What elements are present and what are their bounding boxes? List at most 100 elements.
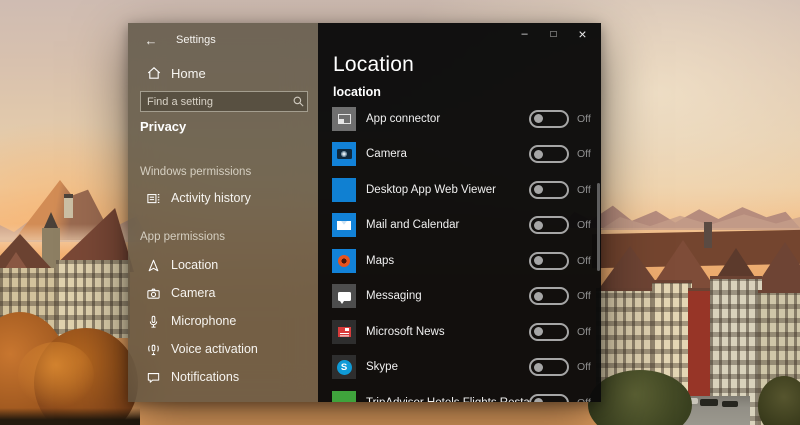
sidebar-item-label: Voice activation: [171, 342, 258, 356]
app-row-camera: Camera Off: [332, 137, 597, 173]
window-controls: – □ ×: [510, 25, 597, 43]
toggle-messaging[interactable]: [529, 287, 569, 306]
app-name: App connector: [366, 112, 441, 125]
camera-app-icon: [332, 142, 356, 167]
search-box[interactable]: [140, 91, 308, 112]
app-row-microsoft-news: Microsoft News Off: [332, 314, 597, 350]
close-button[interactable]: ×: [568, 25, 597, 43]
home-icon: [145, 65, 162, 82]
app-name: Desktop App Web Viewer: [366, 183, 496, 196]
scrollbar-thumb[interactable]: [597, 183, 600, 271]
toggle-maps[interactable]: [529, 251, 569, 270]
toggle-knob: [534, 256, 543, 266]
toggle-state-label: Off: [577, 254, 591, 267]
sidebar-item-label: Location: [171, 258, 219, 272]
minimize-button[interactable]: –: [510, 25, 539, 43]
sidebar-titlebar: ← Settings: [128, 23, 318, 57]
back-arrow-icon: ←: [144, 32, 158, 48]
toggle-knob: [534, 185, 543, 195]
toggle-knob: [534, 362, 543, 372]
app-row-mail-and-calendar: Mail and Calendar Off: [332, 208, 597, 244]
settings-main-pane: – □ × Location location App connector Of…: [318, 23, 601, 402]
skype-icon: S: [332, 355, 356, 380]
close-icon: ×: [578, 26, 587, 42]
voice-activation-icon: [145, 341, 162, 358]
parked-car-2: [722, 401, 738, 407]
search-icon: [289, 95, 307, 108]
sidebar-item-location[interactable]: Location: [128, 251, 318, 279]
toggle-state-label: Off: [577, 290, 591, 303]
app-row-app-connector: App connector Off: [332, 101, 597, 137]
chimney-right: [704, 222, 712, 248]
notifications-icon: [145, 369, 162, 386]
app-row-tripadvisor: TripAdvisor Hotels Flights Restaurants O…: [332, 385, 597, 402]
section-header-app-permissions: App permissions: [140, 231, 226, 243]
messaging-icon: [332, 284, 356, 309]
toggle-skype[interactable]: [529, 358, 569, 377]
app-name: Skype: [366, 361, 398, 374]
app-name: Maps: [366, 254, 395, 267]
sidebar-item-label: Notifications: [171, 370, 240, 384]
microphone-icon: [145, 313, 162, 330]
minimize-icon: –: [521, 28, 528, 40]
app-name: Camera: [366, 148, 407, 161]
page-subtitle: location: [333, 85, 381, 99]
toggle-mail-and-calendar[interactable]: [529, 216, 569, 235]
shadow-bottom-left: [0, 408, 140, 425]
sidebar-item-home[interactable]: Home: [128, 59, 318, 87]
toggle-camera[interactable]: [529, 145, 569, 164]
mail-calendar-icon: [332, 213, 356, 238]
microsoft-news-icon: [332, 319, 356, 344]
toggle-state-label: Off: [577, 148, 591, 161]
sidebar-item-label: Microphone: [171, 314, 237, 328]
search-input[interactable]: [141, 95, 289, 108]
camera-icon: [145, 285, 162, 302]
sidebar-item-microphone[interactable]: Microphone: [128, 307, 318, 335]
building-left-2: [56, 260, 130, 338]
tripadvisor-icon: [332, 390, 356, 402]
maximize-button[interactable]: □: [539, 25, 568, 43]
chimney: [64, 194, 73, 218]
desktop-app-web-viewer-icon: [332, 177, 356, 202]
maximize-icon: □: [550, 28, 557, 40]
toggle-knob: [534, 220, 543, 230]
app-row-skype: S Skype Off: [332, 350, 597, 386]
toggle-knob: [534, 291, 543, 301]
sidebar-item-label: Home: [171, 65, 206, 81]
toggle-app-connector[interactable]: [529, 109, 569, 128]
activity-history-icon: [145, 190, 162, 207]
app-name: Microsoft News: [366, 325, 445, 338]
app-name: Mail and Calendar: [366, 219, 460, 232]
toggle-state-label: Off: [577, 183, 591, 196]
toggle-knob: [534, 114, 543, 124]
window-title: Settings: [176, 34, 216, 46]
section-header-windows-permissions: Windows permissions: [140, 166, 252, 178]
page-title: Location: [333, 53, 414, 76]
parked-car-1: [700, 399, 718, 406]
app-row-messaging: Messaging Off: [332, 279, 597, 315]
sidebar-item-voice-activation[interactable]: Voice activation: [128, 335, 318, 363]
settings-category-label: Privacy: [140, 119, 187, 134]
toggle-knob: [534, 327, 543, 337]
toggle-tripadvisor[interactable]: [529, 393, 569, 402]
toggle-knob: [534, 398, 543, 402]
maps-icon: [332, 248, 356, 273]
app-row-desktop-app-web-viewer: Desktop App Web Viewer Off: [332, 172, 597, 208]
toggle-state-label: Off: [577, 219, 591, 232]
app-row-maps: Maps Off: [332, 243, 597, 279]
toggle-state-label: Off: [577, 397, 597, 402]
sidebar-item-label: Camera: [171, 286, 216, 300]
sidebar-item-activity-history[interactable]: Activity history: [128, 184, 318, 212]
settings-window: ← Settings Home Privacy Windows permissi…: [128, 23, 601, 402]
toggle-microsoft-news[interactable]: [529, 322, 569, 341]
back-button[interactable]: ←: [136, 27, 166, 53]
location-icon: [145, 257, 162, 274]
settings-sidebar: ← Settings Home Privacy Windows permissi…: [128, 23, 318, 402]
autumn-tree-left-highlight: [18, 342, 94, 408]
toggle-desktop-app-web-viewer[interactable]: [529, 180, 569, 199]
app-name: TripAdvisor Hotels Flights Restaurants: [366, 397, 529, 402]
sidebar-item-camera[interactable]: Camera: [128, 279, 318, 307]
sidebar-item-notifications[interactable]: Notifications: [128, 363, 318, 391]
toggle-state-label: Off: [577, 112, 591, 125]
toggle-state-label: Off: [577, 361, 591, 374]
